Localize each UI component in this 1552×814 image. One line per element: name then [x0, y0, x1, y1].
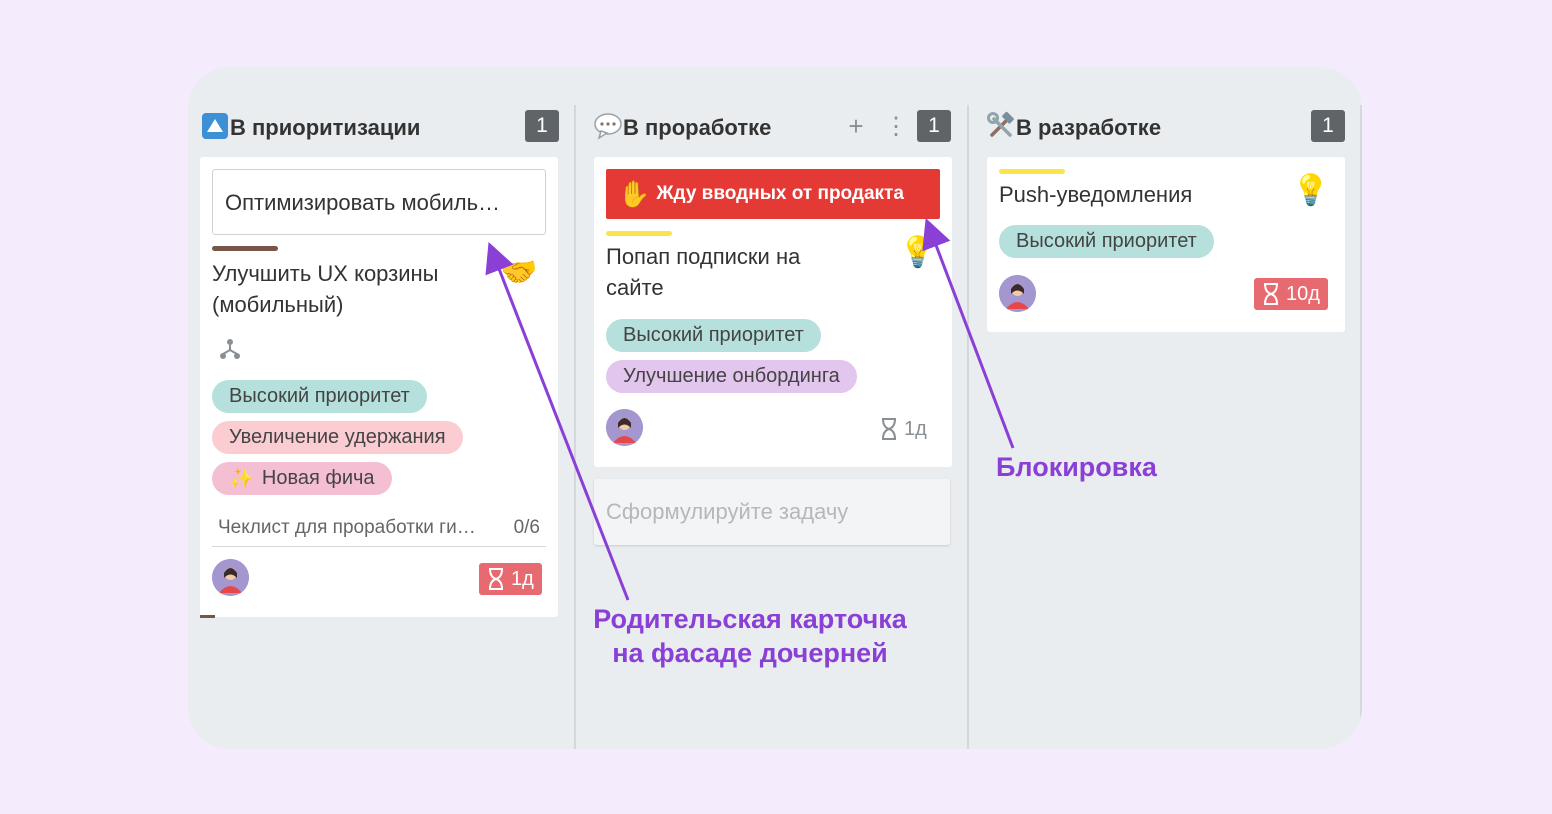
avatar[interactable]: [999, 275, 1036, 312]
lightbulb-icon: 💡: [899, 236, 937, 269]
blocked-reason: Жду вводных от продакта: [656, 183, 904, 204]
new-task-input[interactable]: [594, 479, 950, 545]
speech-bubble-icon: [593, 111, 623, 141]
card-color-stripe: [999, 169, 1065, 174]
annotation-block: Блокировка: [996, 452, 1157, 482]
annotation-parent-card: Родительская карточка на фасаде дочерней: [580, 602, 920, 670]
timer-value: 10д: [1286, 282, 1320, 305]
tag-label: Новая фича: [261, 467, 375, 489]
hourglass-icon: [489, 568, 503, 590]
column-count-badge: 1: [1311, 110, 1345, 142]
add-card-button[interactable]: +: [841, 110, 871, 142]
raised-hand-icon: ✋: [618, 178, 651, 209]
handshake-icon: 🤝: [500, 256, 538, 289]
card-bottom-stripe: [200, 615, 215, 618]
deadline-timer: 1д: [479, 563, 542, 595]
new-task-field[interactable]: [594, 479, 950, 545]
blocked-banner[interactable]: ✋ Жду вводных от продакта: [606, 169, 940, 219]
tag-retention[interactable]: Увеличение удержания: [212, 421, 463, 454]
parent-card-preview[interactable]: Оптимизировать мобиль…: [212, 169, 546, 235]
tag-high-priority[interactable]: Высокий приоритет: [212, 380, 427, 413]
column-title: В приоритизации: [230, 115, 421, 140]
task-card-subscription-popup[interactable]: ✋ Жду вводных от продакта Попап подписки…: [594, 157, 952, 467]
annotation-line: на фасаде дочерней: [612, 638, 888, 668]
lightbulb-icon: 💡: [1292, 174, 1330, 207]
card-color-stripe: [606, 231, 672, 236]
column-header: В приоритизации 1: [188, 107, 574, 143]
deadline-timer: 1д: [872, 413, 935, 445]
column-divider: [967, 105, 969, 749]
tag-new-feature[interactable]: ✨ Новая фича: [212, 462, 392, 495]
task-card-cart-ux[interactable]: Оптимизировать мобиль… Улучшить UX корзи…: [200, 157, 558, 617]
card-title: Попап подписки на сайте: [606, 241, 800, 303]
column-count-badge: 1: [525, 110, 559, 142]
hourglass-icon: [1264, 283, 1278, 305]
avatar[interactable]: [212, 559, 249, 596]
task-card-push[interactable]: Push-уведомления 💡 Высокий приоритет 10д: [987, 157, 1345, 332]
up-arrow-icon: [200, 111, 230, 141]
tag-high-priority[interactable]: Высокий приоритет: [606, 319, 821, 352]
tag-onboarding[interactable]: Улучшение онбординга: [606, 360, 857, 393]
deadline-timer: 10д: [1254, 278, 1328, 310]
checklist-row[interactable]: Чеклист для проработки ги… 0/6: [212, 517, 546, 547]
card-title-line: сайте: [606, 275, 664, 300]
column-divider: [574, 105, 576, 749]
column-title: В разработке: [1016, 115, 1162, 140]
card-title: Push-уведомления: [999, 182, 1193, 207]
column-count-badge: 1: [917, 110, 951, 142]
avatar[interactable]: [606, 409, 643, 446]
column-header: В разработке 1: [974, 107, 1360, 143]
column-menu-button[interactable]: ⋮: [881, 110, 911, 142]
checklist-progress: 0/6: [513, 517, 540, 538]
card-color-stripe: [212, 246, 278, 251]
column-title: В проработке: [623, 115, 772, 140]
hammer-wrench-icon: [986, 111, 1016, 141]
tag-high-priority[interactable]: Высокий приоритет: [999, 225, 1214, 258]
checklist-name: Чеклист для проработки ги…: [218, 517, 476, 538]
card-title-line: (мобильный): [212, 292, 344, 317]
card-title-line: Улучшить UX корзины: [212, 261, 439, 286]
card-title: Улучшить UX корзины (мобильный): [212, 258, 439, 320]
column-divider: [1360, 105, 1362, 749]
sparkles-icon: ✨: [229, 468, 254, 490]
column-header: В проработке + ⋮ 1: [581, 107, 967, 143]
timer-value: 1д: [511, 567, 534, 590]
annotation-line: Родительская карточка: [593, 604, 907, 634]
hourglass-icon: [882, 418, 896, 440]
card-title-line: Попап подписки на: [606, 244, 801, 269]
timer-value: 1д: [904, 417, 927, 440]
subtask-hierarchy-icon: [218, 337, 242, 366]
